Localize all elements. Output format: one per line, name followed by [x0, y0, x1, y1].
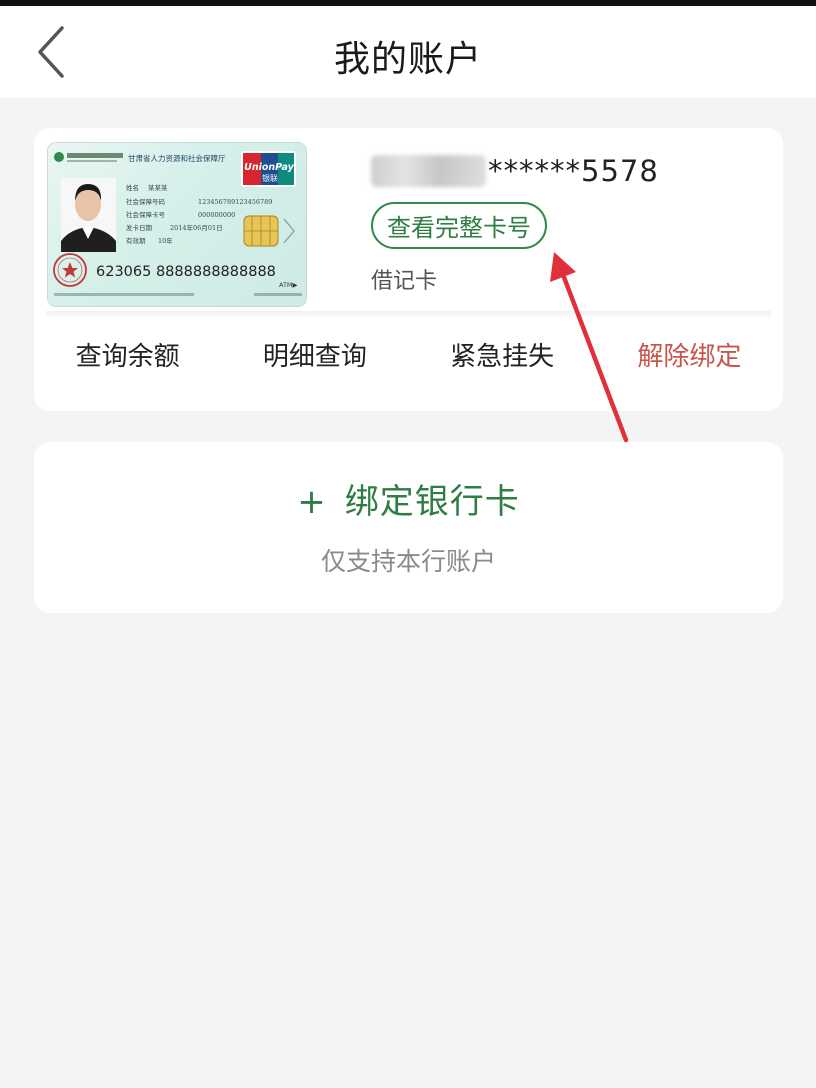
- card-info: ******5578 查看完整卡号 借记卡: [371, 150, 659, 295]
- card-divider: [46, 311, 771, 317]
- check-balance-button[interactable]: 查询余额: [34, 334, 221, 380]
- field-validity-label: 有效期: [126, 236, 146, 245]
- plus-icon: +: [297, 482, 327, 522]
- card-type-label: 借记卡: [371, 269, 438, 294]
- brand-cn-label: 银联: [262, 173, 278, 183]
- field-cardno-label: 社会保障卡号: [126, 210, 166, 219]
- credit-union-logo-icon: [54, 152, 64, 162]
- atm-label: ATM▶: [279, 281, 298, 289]
- field-ssn-value: 123456789123456789: [198, 198, 272, 206]
- field-ssn-label: 社会保障号码: [126, 197, 166, 206]
- card-number-row: ******5578: [371, 150, 659, 192]
- card-image-number: 623065 8888888888888: [96, 264, 276, 280]
- field-name-value: 某某某: [148, 184, 168, 192]
- field-validity-value: 10年: [158, 236, 173, 245]
- bind-card-panel: + 绑定银行卡 仅支持本行账户: [34, 442, 783, 613]
- page-title: 我的账户: [333, 39, 482, 80]
- navigation-bar: 我的账户: [0, 6, 816, 98]
- brand-label: UnionPay: [244, 162, 294, 173]
- unbind-button[interactable]: 解除绑定: [596, 334, 783, 380]
- masked-blur-block: [371, 155, 486, 187]
- transaction-details-button[interactable]: 明细查询: [221, 334, 408, 380]
- issuer-line: 甘肃省人力资源和社会保障厅: [128, 153, 226, 163]
- view-full-number-button[interactable]: 查看完整卡号: [371, 202, 547, 249]
- bind-bank-card-label: 绑定银行卡: [344, 482, 520, 522]
- card-artwork: 甘肃省人力资源和社会保障厅 UnionPay 银联 姓名 某某某 社会保障号码 …: [53, 151, 302, 296]
- bind-hint: 仅支持本行账户: [320, 547, 496, 576]
- card-number: ******5578: [488, 154, 659, 188]
- bank-card-panel: 甘肃省人力资源和社会保障厅 UnionPay 银联 姓名 某某某 社会保障号码 …: [34, 128, 783, 411]
- bank-card-image: 甘肃省人力资源和社会保障厅 UnionPay 银联 姓名 某某某 社会保障号码 …: [48, 143, 306, 306]
- field-issue-date-label: 发卡日期: [126, 223, 153, 232]
- bind-bank-card-button[interactable]: + 绑定银行卡: [34, 474, 783, 523]
- card-actions: 查询余额 明细查询 紧急挂失 解除绑定: [34, 334, 783, 380]
- field-name-label: 姓名: [126, 183, 139, 192]
- report-loss-button[interactable]: 紧急挂失: [409, 334, 596, 380]
- field-cardno-value: 000000000: [198, 211, 235, 219]
- field-issue-date-value: 2014年06月01日: [170, 223, 223, 232]
